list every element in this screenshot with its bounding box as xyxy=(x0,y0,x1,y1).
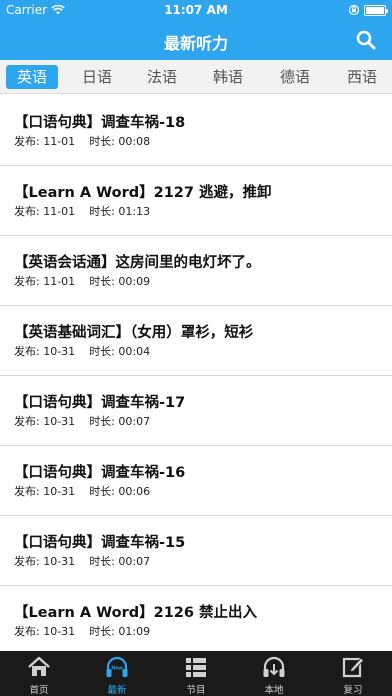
item-meta: 发布: 10-31 时长: 00:07 xyxy=(14,553,150,569)
publish-date: 10-31 xyxy=(43,625,76,638)
tab-japanese[interactable]: 日语 xyxy=(71,65,123,89)
publish-date: 11-01 xyxy=(43,275,76,288)
navigation-bar: 最新听力 xyxy=(0,20,392,60)
publish-label: 发布: xyxy=(14,275,40,288)
tab-german[interactable]: 德语 xyxy=(269,65,321,89)
item-meta: 发布: 11-01 时长: 00:09 xyxy=(14,273,150,289)
publish-date: 11-01 xyxy=(43,205,76,218)
tabbar-programs-label: 节目 xyxy=(186,685,206,696)
publish-date: 11-01 xyxy=(43,135,76,148)
duration-value: 00:07 xyxy=(118,555,151,568)
home-icon xyxy=(28,656,50,676)
list-icon xyxy=(186,658,206,677)
status-right xyxy=(348,4,388,16)
status-bar: Carrier 11:07 AM xyxy=(0,0,392,20)
orientation-lock-icon xyxy=(348,4,360,16)
publish-date: 10-31 xyxy=(43,345,76,358)
publish-label: 发布: xyxy=(14,205,40,218)
item-title: 【Learn A Word】2127 逃避，推卸 xyxy=(14,185,272,201)
list-item[interactable]: 【英语会话通】这房间里的电灯坏了。 发布: 11-01 时长: 00:09 xyxy=(0,236,392,306)
duration-label: 时长: xyxy=(89,135,115,148)
download-headphones-icon xyxy=(263,656,285,677)
tabbar-latest[interactable]: New 最新 xyxy=(78,651,156,696)
publish-label: 发布: xyxy=(14,345,40,358)
battery-icon xyxy=(364,4,388,16)
list-item[interactable]: 【Learn A Word】2126 禁止出入 发布: 10-31 时长: 01:… xyxy=(0,586,392,656)
duration-label: 时长: xyxy=(89,555,115,568)
duration-value: 00:08 xyxy=(118,135,151,148)
publish-date: 10-31 xyxy=(43,485,76,498)
tab-english[interactable]: 英语 xyxy=(6,65,58,89)
status-time: 11:07 AM xyxy=(164,3,228,17)
tabbar-review-label: 复习 xyxy=(343,685,363,696)
item-meta: 发布: 10-31 时长: 00:04 xyxy=(14,343,150,359)
item-title: 【Learn A Word】2126 禁止出入 xyxy=(14,605,258,621)
duration-label: 时长: xyxy=(89,275,115,288)
list-item[interactable]: 【口语句典】调查车祸-16 发布: 10-31 时长: 00:06 xyxy=(0,446,392,516)
list-item[interactable]: 【口语句典】调查车祸-17 发布: 10-31 时长: 00:07 xyxy=(0,376,392,446)
list-item[interactable]: 【口语句典】调查车祸-18 发布: 11-01 时长: 00:08 xyxy=(0,96,392,166)
edit-icon xyxy=(342,657,365,678)
item-title: 【口语句典】调查车祸-17 xyxy=(14,395,186,411)
bottom-tab-bar: 首页 New 最新 节目 本地 复习 xyxy=(0,651,392,696)
new-badge: New xyxy=(111,666,123,672)
publish-label: 发布: xyxy=(14,135,40,148)
duration-value: 00:07 xyxy=(118,415,151,428)
publish-label: 发布: xyxy=(14,485,40,498)
item-meta: 发布: 11-01 时长: 00:08 xyxy=(14,133,150,149)
item-meta: 发布: 10-31 时长: 00:07 xyxy=(14,413,150,429)
tabbar-review[interactable]: 复习 xyxy=(314,651,392,696)
tabbar-home-label: 首页 xyxy=(29,685,49,696)
tabbar-local[interactable]: 本地 xyxy=(235,651,313,696)
tab-french[interactable]: 法语 xyxy=(136,65,188,89)
duration-value: 00:06 xyxy=(118,485,151,498)
tabbar-local-label: 本地 xyxy=(264,685,284,696)
page-title: 最新听力 xyxy=(163,34,228,53)
item-title: 【英语基础词汇】（女用）罩衫，短衫 xyxy=(14,325,254,341)
duration-label: 时长: xyxy=(89,485,115,498)
tabbar-latest-label: 最新 xyxy=(107,685,127,696)
publish-label: 发布: xyxy=(14,555,40,568)
tab-spanish[interactable]: 西语 xyxy=(336,65,388,89)
publish-date: 10-31 xyxy=(43,415,76,428)
tabbar-home[interactable]: 首页 xyxy=(0,651,78,696)
duration-value: 00:04 xyxy=(118,345,151,358)
publish-label: 发布: xyxy=(14,625,40,638)
new-headphones-icon: New xyxy=(106,656,128,677)
duration-value: 00:09 xyxy=(118,275,151,288)
duration-value: 01:13 xyxy=(118,205,151,218)
item-meta: 发布: 11-01 时长: 01:13 xyxy=(14,203,150,219)
duration-value: 01:09 xyxy=(118,625,151,638)
list-item[interactable]: 【Learn A Word】2127 逃避，推卸 发布: 11-01 时长: 01… xyxy=(0,166,392,236)
language-tabs: 英语 日语 法语 韩语 德语 西语 xyxy=(0,60,392,94)
item-title: 【口语句典】调查车祸-18 xyxy=(14,115,186,131)
publish-label: 发布: xyxy=(14,415,40,428)
tab-korean[interactable]: 韩语 xyxy=(202,65,254,89)
publish-date: 10-31 xyxy=(43,555,76,568)
duration-label: 时长: xyxy=(89,625,115,638)
search-icon xyxy=(356,30,376,50)
item-title: 【口语句典】调查车祸-15 xyxy=(14,535,186,551)
item-title: 【英语会话通】这房间里的电灯坏了。 xyxy=(14,255,261,271)
item-meta: 发布: 10-31 时长: 00:06 xyxy=(14,483,150,499)
tabbar-programs[interactable]: 节目 xyxy=(157,651,235,696)
item-title: 【口语句典】调查车祸-16 xyxy=(14,465,186,481)
item-meta: 发布: 10-31 时长: 01:09 xyxy=(14,623,150,639)
search-button[interactable] xyxy=(354,28,378,52)
duration-label: 时长: xyxy=(89,205,115,218)
duration-label: 时长: xyxy=(89,415,115,428)
list-item[interactable]: 【英语基础词汇】（女用）罩衫，短衫 发布: 10-31 时长: 00:04 xyxy=(0,306,392,376)
duration-label: 时长: xyxy=(89,345,115,358)
list-item[interactable]: 【口语句典】调查车祸-15 发布: 10-31 时长: 00:07 xyxy=(0,516,392,586)
